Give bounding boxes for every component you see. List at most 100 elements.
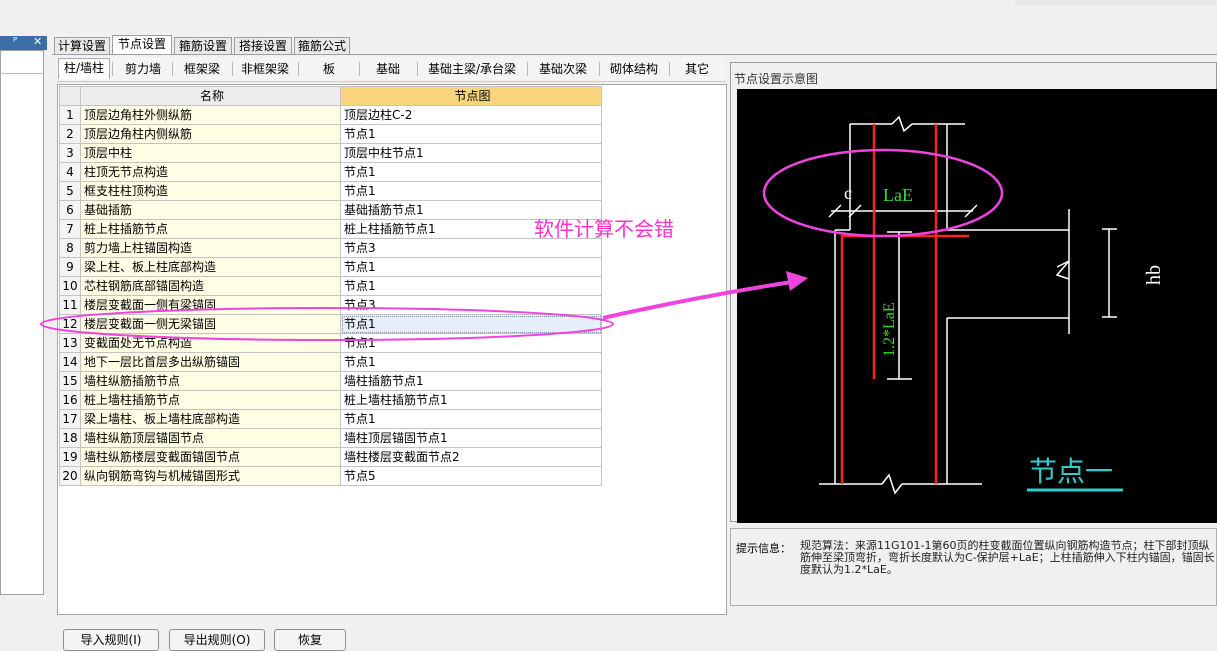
table-row[interactable]: 16 桩上墙柱插筋节点 桩上墙柱插筋节点1	[59, 390, 602, 410]
row-name: 桩上墙柱插筋节点	[80, 390, 341, 410]
table-row[interactable]: 20 纵向钢筋弯钩与机械锚固形式 节点5	[59, 466, 602, 486]
row-name: 基础插筋	[80, 200, 341, 220]
table-row[interactable]: 4 柱顶无节点构造 节点1	[59, 162, 602, 182]
tab-lap-settings[interactable]: 搭接设置	[234, 37, 292, 54]
row-node-value[interactable]: 节点5	[340, 466, 602, 486]
diagram-panel-title: 节点设置示意图	[734, 72, 819, 86]
subtab-separator	[112, 62, 113, 76]
table-row[interactable]: 10 芯柱钢筋底部锚固构造 节点1	[59, 276, 602, 296]
row-name: 墙柱纵筋顶层锚固节点	[80, 428, 341, 448]
row-name: 梁上墙柱、板上墙柱底部构造	[80, 409, 341, 429]
row-name: 墙柱纵筋插筋节点	[80, 371, 341, 391]
subtab-foundation-main-beam[interactable]: 基础主梁/承台梁	[418, 60, 526, 78]
table-row[interactable]: 11 楼层变截面一侧有梁锚固 节点3	[59, 295, 602, 315]
label-1-2-lae: 1.2*LaE	[881, 302, 898, 357]
row-node-value[interactable]: 墙柱插筋节点1	[340, 371, 602, 391]
table-row[interactable]: 5 框支柱柱顶构造 节点1	[59, 181, 602, 201]
row-number: 19	[59, 447, 81, 467]
import-rules-button[interactable]: 导入规则(I)	[63, 629, 159, 651]
table-row[interactable]: 15 墙柱纵筋插筋节点 墙柱插筋节点1	[59, 371, 602, 391]
hint-text: 规范算法：来源11G101-1第60页的柱变截面位置纵向钢筋构造节点；柱下部封顶…	[800, 540, 1215, 576]
row-number: 1	[59, 105, 81, 125]
subtab-separator	[298, 62, 299, 76]
table-row[interactable]: 8 剪力墙上柱锚固构造 节点3	[59, 238, 602, 258]
label-hb: hb	[1143, 265, 1165, 285]
row-number: 13	[59, 333, 81, 353]
table-row[interactable]: 6 基础插筋 基础插筋节点1	[59, 200, 602, 220]
row-node-value[interactable]: 节点1	[340, 257, 602, 277]
top-strip	[1015, 0, 1217, 5]
row-number: 5	[59, 181, 81, 201]
table-row[interactable]: 3 顶层中柱 顶层中柱节点1	[59, 143, 602, 163]
row-name: 顶层边角柱内侧纵筋	[80, 124, 341, 144]
subtab-non-frame-beam[interactable]: 非框架梁	[233, 60, 297, 78]
subtab-foundation-secondary-beam[interactable]: 基础次梁	[528, 60, 598, 78]
row-name: 梁上柱、板上柱底部构造	[80, 257, 341, 277]
row-number: 6	[59, 200, 81, 220]
subtab-shear-wall[interactable]: 剪力墙	[115, 60, 171, 78]
row-node-value[interactable]: 节点1	[340, 276, 602, 296]
table-row[interactable]: 13 变截面处无节点构造 节点1	[59, 333, 602, 353]
row-node-value[interactable]: 顶层中柱节点1	[340, 143, 602, 163]
table-row[interactable]: 7 桩上柱插筋节点 桩上柱插筋节点1	[59, 219, 602, 239]
restore-button[interactable]: 恢复	[274, 629, 346, 651]
row-node-value[interactable]: 顶层边柱C-2	[340, 105, 602, 125]
row-node-value[interactable]: 节点1	[340, 333, 602, 353]
subtab-column[interactable]: 柱/墙柱	[58, 58, 110, 79]
grid-header-name[interactable]: 名称	[80, 86, 341, 106]
row-number: 11	[59, 295, 81, 315]
row-number: 10	[59, 276, 81, 296]
row-number: 14	[59, 352, 81, 372]
rebar-lines	[840, 124, 969, 484]
node-diagram-canvas: c LaE 1.2*LaE hb 节点一	[737, 89, 1217, 523]
row-name: 地下一层比首层多出纵筋锚固	[80, 352, 341, 372]
dock-header: ᴾ ✕	[0, 35, 47, 50]
subtab-slab[interactable]: 板	[300, 60, 358, 78]
grid-header-node-diagram[interactable]: 节点图	[340, 86, 602, 106]
row-number: 16	[59, 390, 81, 410]
row-number: 15	[59, 371, 81, 391]
export-rules-button[interactable]: 导出规则(O)	[169, 629, 265, 651]
row-node-value[interactable]: 节点1	[340, 124, 602, 144]
row-number: 4	[59, 162, 81, 182]
row-node-value[interactable]: 节点3	[340, 295, 602, 315]
pin-icon[interactable]: ᴾ	[13, 35, 17, 48]
row-node-value[interactable]: 节点1	[340, 162, 602, 182]
dock-body	[0, 50, 44, 595]
table-row[interactable]: 18 墙柱纵筋顶层锚固节点 墙柱顶层锚固节点1	[59, 428, 602, 448]
tab-stirrup-settings[interactable]: 箍筋设置	[174, 37, 232, 54]
row-name: 柱顶无节点构造	[80, 162, 341, 182]
subtab-frame-beam[interactable]: 框架梁	[173, 60, 231, 78]
row-node-value[interactable]: 墙柱顶层锚固节点1	[340, 428, 602, 448]
row-node-value[interactable]: 墙柱楼层变截面节点2	[340, 447, 602, 467]
table-row[interactable]: 12 楼层变截面一侧无梁锚固 节点1	[59, 314, 602, 334]
row-node-value[interactable]: 节点1	[340, 314, 602, 334]
subtab-masonry[interactable]: 砌体结构	[600, 60, 668, 78]
close-icon[interactable]: ✕	[33, 35, 42, 48]
row-number: 17	[59, 409, 81, 429]
tab-node-settings[interactable]: 节点设置	[112, 35, 172, 55]
table-row[interactable]: 19 墙柱纵筋楼层变截面锚固节点 墙柱楼层变截面节点2	[59, 447, 602, 467]
tab-stirrup-formula[interactable]: 箍筋公式	[294, 37, 350, 54]
node-diagram-svg: c LaE 1.2*LaE hb 节点一	[819, 115, 1165, 495]
table-row[interactable]: 9 梁上柱、板上柱底部构造 节点1	[59, 257, 602, 277]
row-node-value[interactable]: 桩上墙柱插筋节点1	[340, 390, 602, 410]
row-node-value[interactable]: 节点1	[340, 352, 602, 372]
row-name: 顶层中柱	[80, 143, 341, 163]
subtab-other[interactable]: 其它	[670, 60, 724, 78]
table-row[interactable]: 14 地下一层比首层多出纵筋锚固 节点1	[59, 352, 602, 372]
table-row[interactable]: 17 梁上墙柱、板上墙柱底部构造 节点1	[59, 409, 602, 429]
row-name: 变截面处无节点构造	[80, 333, 341, 353]
subtab-foundation[interactable]: 基础	[360, 60, 416, 78]
table-row[interactable]: 1 顶层边角柱外侧纵筋 顶层边柱C-2	[59, 105, 602, 125]
row-name: 剪力墙上柱锚固构造	[80, 238, 341, 258]
node-settings-grid: 名称 节点图 1 顶层边角柱外侧纵筋 顶层边柱C-2 2 顶层边角柱内侧纵筋 节点1 3 顶层…	[59, 86, 602, 486]
row-name: 顶层边角柱外侧纵筋	[80, 105, 341, 125]
row-node-value[interactable]: 节点1	[340, 181, 602, 201]
dock-divider	[0, 73, 44, 74]
tab-calc-settings[interactable]: 计算设置	[54, 37, 110, 54]
row-node-value[interactable]: 节点1	[340, 409, 602, 429]
row-number: 18	[59, 428, 81, 448]
table-row[interactable]: 2 顶层边角柱内侧纵筋 节点1	[59, 124, 602, 144]
row-number: 8	[59, 238, 81, 258]
